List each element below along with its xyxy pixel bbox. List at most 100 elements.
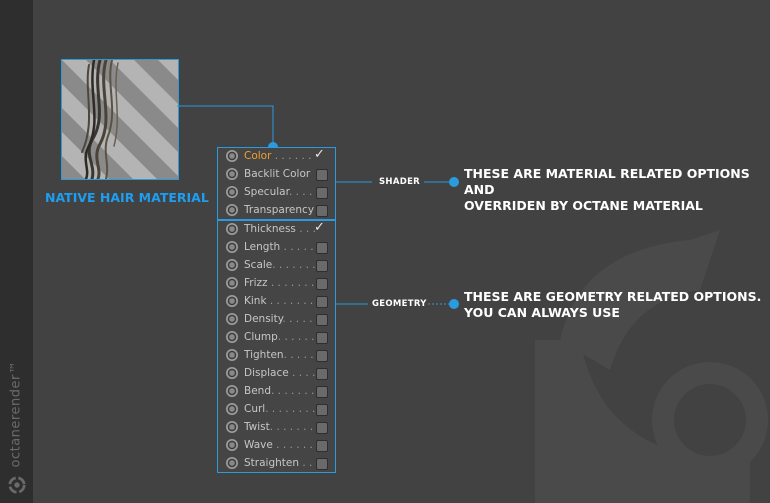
geometry-row[interactable]: Twist. . . . . . . (218, 419, 335, 437)
geometry-row[interactable]: Tighten. . . . . (218, 347, 335, 365)
geometry-item-name: Scale (244, 259, 273, 271)
radio-button-icon[interactable] (226, 277, 238, 289)
geometry-item-label: Density. . . . . (244, 313, 312, 325)
geometry-row[interactable]: Bend. . . . . . . (218, 383, 335, 401)
geometry-row[interactable]: Length . . . . . (218, 239, 335, 257)
radio-button-icon[interactable] (226, 150, 238, 162)
geometry-item-name: Bend (244, 385, 271, 397)
shader-item-name: Specular (244, 186, 289, 198)
geometry-item-name: Twist (244, 421, 270, 433)
checkbox[interactable] (316, 187, 328, 199)
geometry-item-label: Kink . . . . . . . (244, 295, 313, 307)
checkbox[interactable] (316, 278, 328, 290)
shader-row[interactable]: Color . . . . . . ✓ (218, 147, 335, 166)
geometry-item-label: Frizz . . . . . . . (244, 277, 314, 289)
checkbox[interactable] (316, 350, 328, 362)
shader-note-line1: THESE ARE MATERIAL RELATED OPTIONS AND (464, 166, 750, 197)
geometry-item-name: Curl (244, 403, 266, 415)
radio-button-icon[interactable] (226, 295, 238, 307)
radio-button-icon[interactable] (226, 349, 238, 361)
geometry-item-dots: . . . . . . . (270, 385, 315, 397)
checkbox[interactable] (316, 314, 328, 326)
checkbox[interactable] (316, 260, 328, 272)
radio-button-icon[interactable] (226, 168, 238, 180)
geometry-item-dots: . . . . . (282, 313, 313, 325)
checkbox[interactable] (316, 169, 328, 181)
shader-item-name: Color (244, 150, 272, 162)
radio-button-icon[interactable] (226, 421, 238, 433)
radio-button-icon[interactable] (226, 204, 238, 216)
checkbox[interactable] (316, 296, 328, 308)
geometry-item-label: Twist. . . . . . . (244, 421, 313, 433)
geometry-item-name: Frizz (244, 277, 268, 289)
radio-button-icon[interactable] (226, 313, 238, 325)
geometry-item-name: Density (244, 313, 283, 325)
geometry-row[interactable]: Curl. . . . . . . . (218, 401, 335, 419)
checkbox[interactable] (316, 386, 328, 398)
geometry-row[interactable]: Wave . . . . . . (218, 437, 335, 455)
checkbox[interactable] (316, 458, 328, 470)
radio-button-icon[interactable] (226, 331, 238, 343)
shader-row[interactable]: Backlit Color (218, 166, 335, 184)
geometry-row[interactable]: Thickness . . . ✓ (218, 220, 335, 239)
geometry-options-panel: Thickness . . . ✓ Length . . . . . Scale. .… (217, 220, 336, 473)
checkbox[interactable] (316, 440, 328, 452)
geometry-callout-dot (449, 299, 459, 309)
geometry-item-label: Displace . . . . (244, 367, 315, 379)
geometry-row[interactable]: Kink . . . . . . . (218, 293, 335, 311)
geometry-note: THESE ARE GEOMETRY RELATED OPTIONS. YOU … (464, 289, 761, 321)
checkmark-icon[interactable]: ✓ (314, 220, 325, 235)
radio-button-icon[interactable] (226, 457, 238, 469)
geometry-note-line1: THESE ARE GEOMETRY RELATED OPTIONS. (464, 289, 762, 304)
shader-item-label: Backlit Color (244, 168, 310, 180)
checkbox[interactable] (316, 368, 328, 380)
shader-item-label: Color . . . . . . (244, 150, 311, 162)
geometry-item-dots: . . . . . . . (272, 259, 316, 271)
checkbox[interactable] (316, 332, 328, 344)
shader-note: THESE ARE MATERIAL RELATED OPTIONS AND O… (464, 166, 770, 214)
checkbox[interactable] (316, 404, 328, 416)
checkbox[interactable] (316, 205, 328, 217)
geometry-item-dots: . . (299, 457, 313, 469)
geometry-item-dots: . . . . . . . (267, 277, 315, 289)
geometry-item-name: Thickness (244, 223, 296, 235)
checkbox[interactable] (316, 242, 328, 254)
radio-button-icon[interactable] (226, 439, 238, 451)
geometry-row[interactable]: Displace . . . . (218, 365, 335, 383)
connector-lines (177, 105, 452, 305)
checkmark-icon[interactable]: ✓ (314, 147, 325, 162)
shader-item-dots: . . . . (288, 186, 313, 198)
geometry-item-dots: . . . . . . . . (265, 403, 316, 415)
geometry-item-name: Clump (244, 331, 278, 343)
geometry-item-label: Bend. . . . . . . (244, 385, 314, 397)
geometry-item-name: Kink (244, 295, 267, 307)
geometry-row[interactable]: Scale. . . . . . . (218, 257, 335, 275)
geometry-item-dots: . . . (295, 223, 316, 235)
geometry-item-name: Displace (244, 367, 289, 379)
radio-button-icon[interactable] (226, 241, 238, 253)
shader-item-label: Transparency (244, 204, 314, 216)
geometry-item-dots: . . . . . . . (266, 295, 314, 307)
radio-button-icon[interactable] (226, 403, 238, 415)
radio-button-icon[interactable] (226, 367, 238, 379)
radio-button-icon[interactable] (226, 259, 238, 271)
radio-button-icon[interactable] (226, 223, 238, 235)
geometry-item-dots: . . . . . . (277, 331, 315, 343)
geometry-row[interactable]: Straighten . . (218, 455, 335, 473)
geometry-item-label: Curl. . . . . . . . (244, 403, 315, 415)
radio-button-icon[interactable] (226, 186, 238, 198)
geometry-row[interactable]: Frizz . . . . . . . (218, 275, 335, 293)
geometry-item-dots: . . . . (288, 367, 316, 379)
shader-row[interactable]: Specular. . . . (218, 184, 335, 202)
shader-options-panel: Color . . . . . . ✓ Backlit Color Specular.… (217, 147, 336, 220)
shader-item-dots: . . . . . . (271, 150, 312, 162)
radio-button-icon[interactable] (226, 385, 238, 397)
shader-row[interactable]: Transparency (218, 202, 335, 220)
geometry-item-name: Length (244, 241, 281, 253)
geometry-row[interactable]: Clump. . . . . . (218, 329, 335, 347)
geometry-item-label: Length . . . . . (244, 241, 314, 253)
geometry-item-label: Clump. . . . . . (244, 331, 315, 343)
shader-item-name: Backlit Color (244, 168, 311, 180)
checkbox[interactable] (316, 422, 328, 434)
geometry-row[interactable]: Density. . . . . (218, 311, 335, 329)
